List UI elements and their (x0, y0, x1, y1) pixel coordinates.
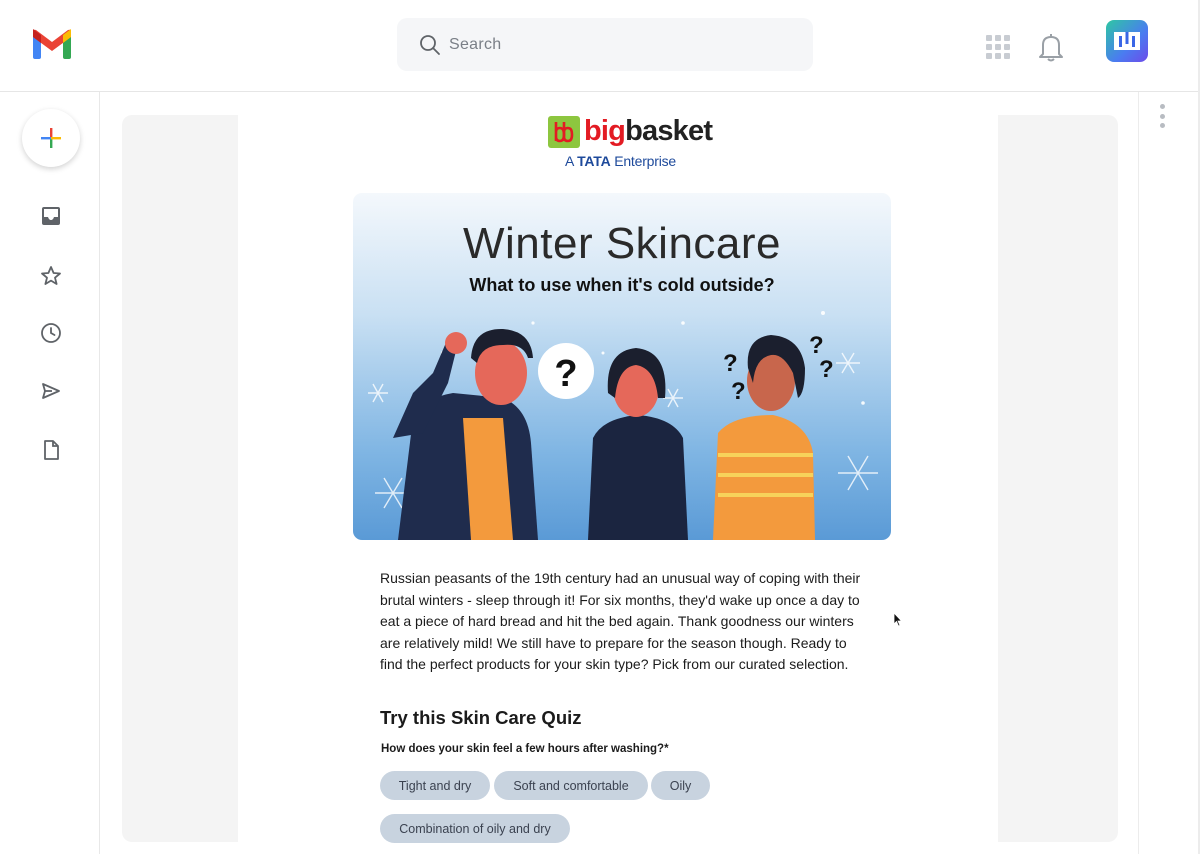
search-bar[interactable] (397, 18, 813, 71)
right-rail (1138, 92, 1198, 854)
quiz-option-tight-dry[interactable]: Tight and dry (380, 771, 490, 800)
star-icon[interactable] (39, 264, 63, 288)
quiz-option-combination[interactable]: Combination of oily and dry (380, 814, 570, 843)
svg-text:?: ? (723, 350, 738, 377)
hero-subtitle: What to use when it's cold outside? (469, 275, 775, 295)
bigbasket-wordmark: bigbasket (584, 115, 713, 147)
quiz-heading: Try this Skin Care Quiz (380, 707, 582, 728)
mouse-cursor-icon (893, 612, 903, 627)
search-input[interactable] (449, 35, 749, 54)
sidebar (0, 92, 100, 854)
email-client: bigbasket A TATA Enterprise (0, 0, 1200, 854)
quiz-option-soft-comfortable[interactable]: Soft and comfortable (494, 771, 648, 800)
bell-icon[interactable] (1037, 32, 1065, 62)
quiz-question: How does your skin feel a few hours afte… (381, 743, 669, 755)
search-icon (420, 34, 440, 55)
compose-plus-icon (41, 128, 61, 148)
brand-tagline: A TATA Enterprise (565, 153, 677, 169)
quiz-option-oily[interactable]: Oily (651, 771, 710, 800)
svg-text:?: ? (809, 332, 824, 359)
user-avatar[interactable] (1106, 20, 1148, 62)
document-icon[interactable] (39, 438, 63, 462)
bigbasket-mark-icon (548, 116, 580, 148)
gmail-logo[interactable] (32, 28, 72, 60)
hero-title: Winter Skincare (462, 219, 782, 268)
svg-text:?: ? (554, 353, 577, 395)
apps-grid-icon[interactable] (986, 35, 1010, 59)
intro-paragraph: Russian peasants of the 19th century had… (380, 570, 861, 672)
avatar-logo-icon (1114, 32, 1140, 50)
more-vertical-icon[interactable] (1158, 104, 1166, 128)
inbox-icon[interactable] (39, 204, 63, 228)
clock-icon[interactable] (39, 321, 63, 345)
hero-banner[interactable]: ? ???? Winter Skincare What to use when … (353, 193, 891, 540)
compose-button[interactable] (22, 109, 80, 167)
svg-text:?: ? (819, 356, 834, 383)
send-icon[interactable] (39, 379, 63, 403)
bigbasket-logo[interactable]: bigbasket A TATA Enterprise (548, 115, 713, 171)
top-bar (0, 0, 1200, 92)
svg-text:?: ? (731, 378, 746, 405)
